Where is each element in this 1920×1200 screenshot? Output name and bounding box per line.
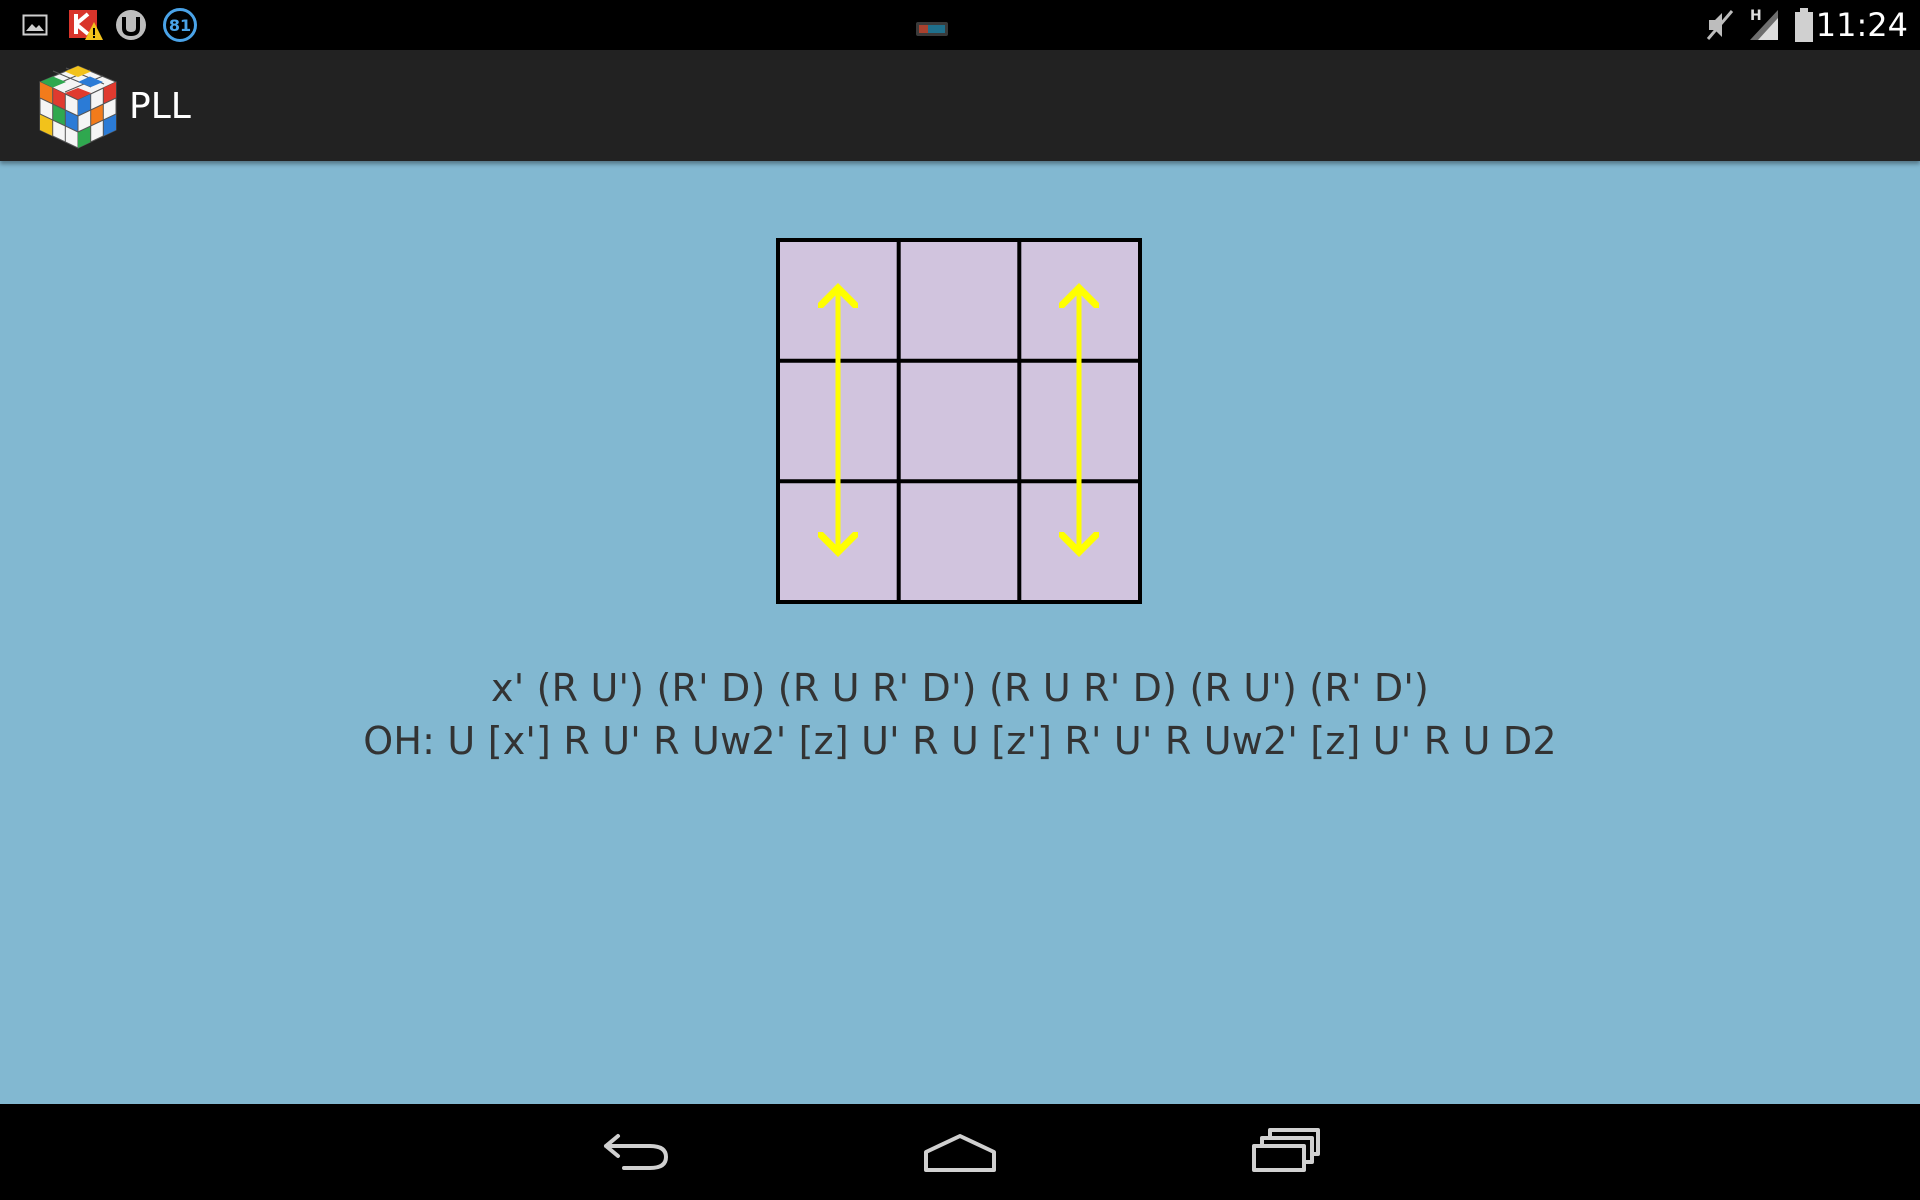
rubiks-cube-icon[interactable] (36, 62, 120, 152)
recent-apps-icon (1252, 1128, 1320, 1172)
navigation-bar (0, 1104, 1920, 1200)
diagram-background (778, 240, 1140, 602)
mute-icon (1706, 10, 1734, 40)
gallery-icon (22, 14, 48, 36)
algorithm-one-handed: OH: U [x'] R U' R Uw2' [z] U' R U [z'] R… (363, 719, 1557, 763)
back-button[interactable] (600, 1124, 672, 1180)
home-button[interactable] (922, 1124, 998, 1180)
notification-badge-text: 81 (169, 16, 191, 35)
algorithm-main: x' (R U') (R' D) (R U R' D') (R U R' D) … (491, 666, 1429, 710)
utorrent-icon (116, 10, 146, 40)
pll-case-diagram (776, 238, 1142, 604)
action-bar: PLL (0, 50, 1920, 161)
circle-81-icon: 81 (163, 8, 197, 42)
network-type-label: H (1750, 8, 1762, 24)
kaspersky-warning-icon (69, 10, 103, 40)
status-time: 11:24 (1815, 6, 1908, 44)
battery-icon (1795, 8, 1813, 42)
cast-icon (916, 22, 948, 36)
back-icon (604, 1134, 668, 1170)
recent-apps-button[interactable] (1250, 1124, 1322, 1180)
page-title: PLL (129, 86, 191, 127)
main-content: x' (R U') (R' D) (R U R' D') (R U R' D) … (0, 161, 1920, 1104)
home-icon (924, 1134, 996, 1172)
status-bar: 81 H 11:24 (0, 0, 1920, 50)
